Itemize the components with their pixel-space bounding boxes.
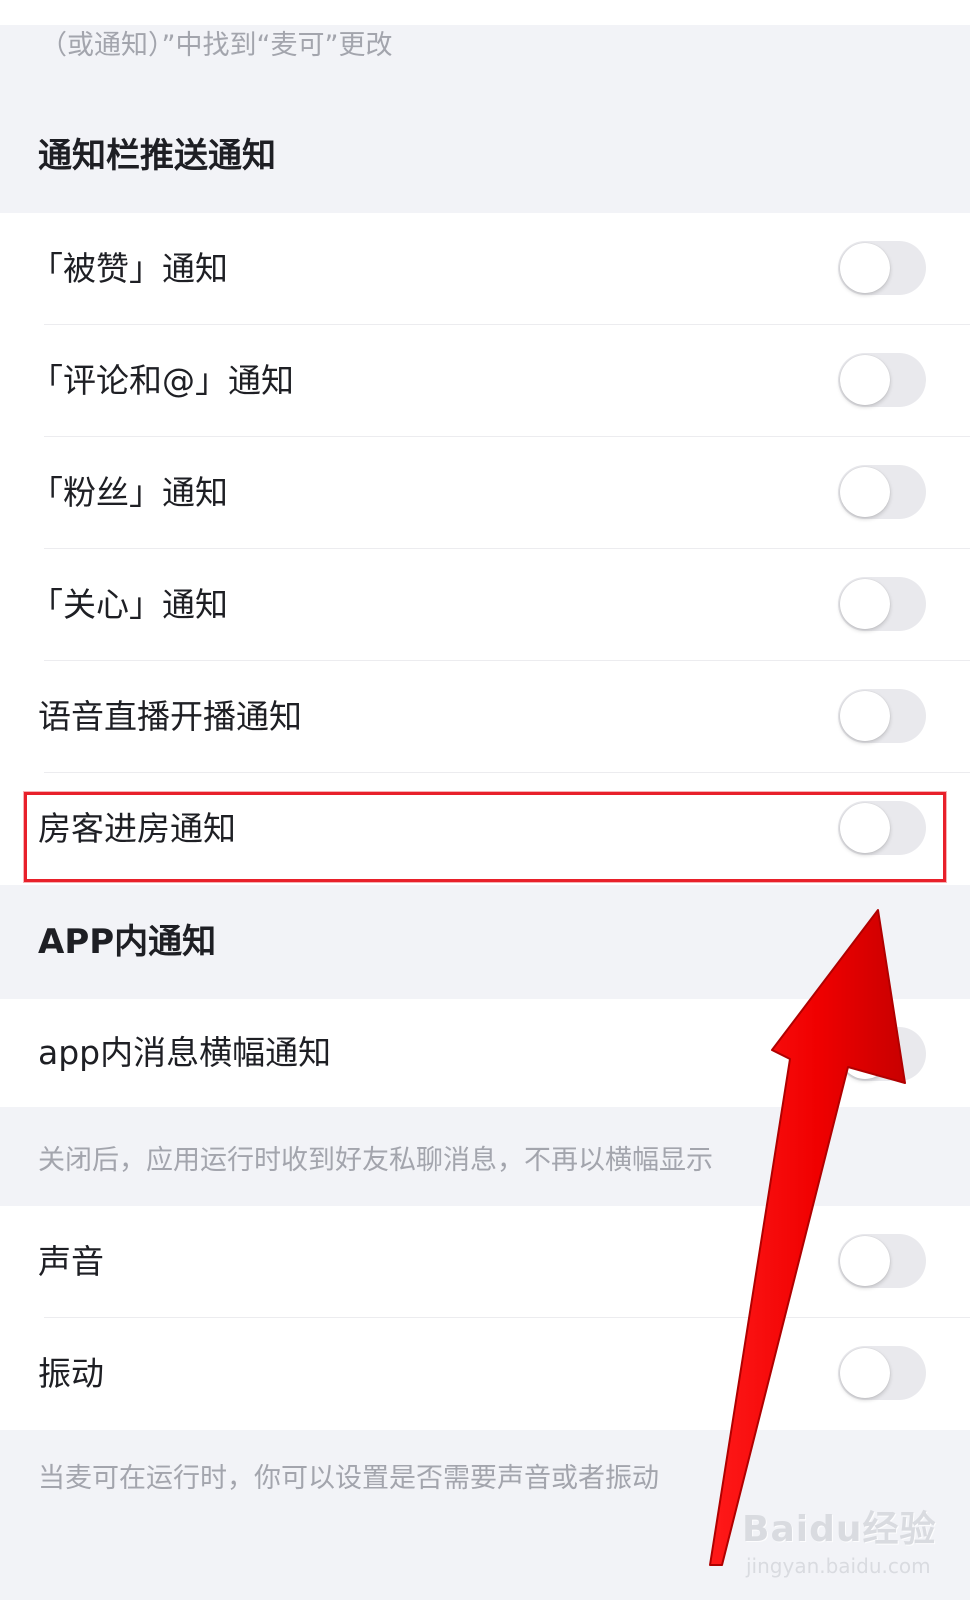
top-card-edge <box>0 0 970 25</box>
in-app-notification-group: app内消息横幅通知 <box>0 999 970 1107</box>
row-label: 振动 <box>38 1354 104 1393</box>
watermark: Baidu经验 jingyan.baidu.com <box>742 1500 936 1578</box>
row-label: app内消息横幅通知 <box>38 1033 332 1072</box>
row-label: 语音直播开播通知 <box>38 697 302 736</box>
row-sound: 声音 <box>0 1206 970 1318</box>
sound-vibration-group: 声音 振动 <box>0 1206 970 1430</box>
care-notification-toggle[interactable] <box>838 577 926 631</box>
section-title-in-app: APP内通知 <box>38 922 217 962</box>
section-title-push: 通知栏推送通知 <box>38 136 276 176</box>
notification-settings-page: （或通知）”中找到“麦可”更改 通知栏推送通知 「被赞」通知 「评论和@」通知 … <box>0 0 970 1600</box>
toggle-knob <box>840 803 890 853</box>
row-vibration: 振动 <box>0 1318 970 1430</box>
like-notification-toggle[interactable] <box>838 241 926 295</box>
push-notification-group: 「被赞」通知 「评论和@」通知 「粉丝」通知 「关心」通知 语音直播开播通知 房… <box>0 213 970 885</box>
comment-notification-toggle[interactable] <box>838 353 926 407</box>
row-label: 「关心」通知 <box>30 585 228 624</box>
watermark-main: Baidu经验 <box>742 1509 937 1550</box>
toggle-knob <box>840 243 890 293</box>
row-label: 「评论和@」通知 <box>30 361 294 400</box>
row-label: 「粉丝」通知 <box>30 473 228 512</box>
toggle-knob <box>840 1236 890 1286</box>
row-label: 「被赞」通知 <box>30 249 228 288</box>
toggle-knob <box>840 1348 890 1398</box>
in-app-banner-toggle[interactable] <box>838 1027 926 1081</box>
row-comment-notification: 「评论和@」通知 <box>0 325 970 437</box>
row-label: 声音 <box>38 1242 104 1281</box>
row-care-notification: 「关心」通知 <box>0 549 970 661</box>
sound-toggle[interactable] <box>838 1234 926 1288</box>
row-in-app-banner: app内消息横幅通知 <box>0 999 970 1107</box>
row-guest-enter-notification: 房客进房通知 <box>0 773 970 885</box>
vibration-toggle[interactable] <box>838 1346 926 1400</box>
toggle-knob <box>840 355 890 405</box>
sound-vibration-hint: 当麦可在运行时，你可以设置是否需要声音或者振动 <box>38 1463 659 1494</box>
toggle-knob <box>840 691 890 741</box>
top-hint-text: （或通知）”中找到“麦可”更改 <box>40 30 393 61</box>
guest-enter-notification-toggle[interactable] <box>838 801 926 855</box>
row-voice-live-notification: 语音直播开播通知 <box>0 661 970 773</box>
toggle-knob <box>840 579 890 629</box>
row-fans-notification: 「粉丝」通知 <box>0 437 970 549</box>
watermark-sub: jingyan.baidu.com <box>746 1554 931 1578</box>
voice-live-notification-toggle[interactable] <box>838 689 926 743</box>
row-label: 房客进房通知 <box>38 809 236 848</box>
toggle-knob <box>840 467 890 517</box>
row-like-notification: 「被赞」通知 <box>0 213 970 325</box>
fans-notification-toggle[interactable] <box>838 465 926 519</box>
in-app-banner-hint: 关闭后，应用运行时收到好友私聊消息，不再以横幅显示 <box>38 1145 713 1176</box>
toggle-knob <box>840 1029 890 1079</box>
